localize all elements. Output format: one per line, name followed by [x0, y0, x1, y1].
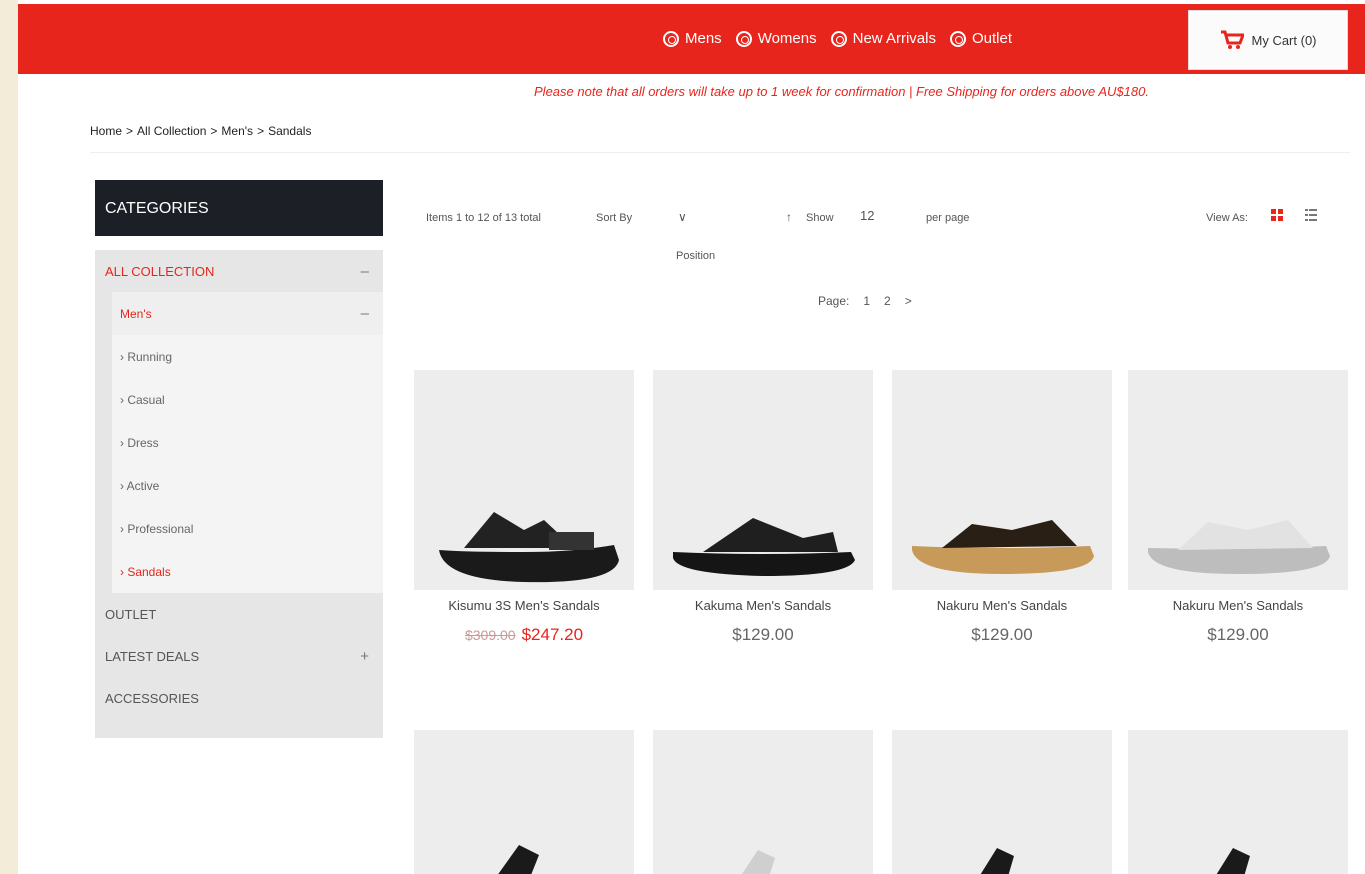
per-page-label: per page — [926, 212, 970, 224]
breadcrumb-separator: > — [210, 124, 218, 138]
nav-womens[interactable]: Womens — [735, 30, 817, 47]
collapse-toggle[interactable]: – — [361, 305, 369, 322]
target-icon — [735, 30, 752, 47]
sort-select[interactable]: ∨ Position — [668, 206, 788, 266]
chevron-down-icon: ∨ — [678, 210, 687, 224]
product-name[interactable]: Nakuru Men's Sandals — [1128, 598, 1348, 613]
sandal-image — [1216, 848, 1250, 874]
subcategory-list: Men's – › Running › Casual › Dress › Acti… — [112, 292, 383, 593]
product-card: Kakuma Men's Sandals $129.00 — [653, 370, 873, 645]
product-name[interactable]: Nakuru Men's Sandals — [892, 598, 1112, 613]
nav-mens[interactable]: Mens — [663, 30, 722, 47]
view-as-label: View As: — [1206, 212, 1248, 224]
sort-direction-icon[interactable]: ↑ — [786, 210, 792, 224]
top-navigation-bar: Mens Womens New Arrivals Outlet My Cart … — [18, 4, 1365, 74]
category-dress[interactable]: › Dress — [112, 421, 383, 464]
product-toolbar: Items 1 to 12 of 13 total Sort By ∨ Posi… — [426, 200, 1346, 270]
category-outlet[interactable]: OUTLET — [95, 593, 383, 635]
sort-value: Position — [676, 250, 716, 262]
product-card: Nakuru Men's Sandals $129.00 — [1128, 370, 1348, 645]
categories-panel: ALL COLLECTION – Men's – › Running › Casua… — [95, 250, 383, 738]
breadcrumb-separator: > — [126, 124, 134, 138]
sandal-image — [498, 845, 539, 874]
breadcrumb: Home > All Collection > Men's > Sandals — [90, 124, 311, 138]
limit-select[interactable]: 12 — [852, 204, 912, 228]
cart-icon — [1220, 30, 1244, 49]
category-casual[interactable]: › Casual — [112, 378, 383, 421]
collapse-toggle[interactable]: – — [361, 263, 369, 280]
product-price: $129.00 — [1207, 625, 1269, 644]
target-icon — [830, 30, 847, 47]
old-price: $309.00 — [464, 627, 516, 643]
target-icon — [949, 30, 966, 47]
cart-label: My Cart (0) — [1251, 32, 1317, 48]
category-running[interactable]: › Running — [112, 335, 383, 378]
show-label: Show — [806, 212, 834, 224]
page-1-link[interactable]: 1 — [863, 294, 870, 308]
breadcrumb-home[interactable]: Home — [90, 124, 122, 138]
product-price: $309.00 $247.20 — [414, 625, 634, 645]
nav-outlet[interactable]: Outlet — [949, 30, 1012, 47]
categories-title: CATEGORIES — [95, 180, 383, 236]
sandal-image — [912, 520, 1094, 574]
list-view-icon[interactable] — [1304, 208, 1318, 222]
breadcrumb-current: Sandals — [268, 124, 312, 138]
sandal-image — [439, 512, 619, 583]
grid-view-icon[interactable] — [1270, 208, 1284, 222]
product-image[interactable] — [653, 370, 873, 590]
page: Mens Womens New Arrivals Outlet My Cart … — [18, 0, 1365, 874]
item-count: Items 1 to 12 of 13 total — [426, 212, 541, 224]
page-2-link[interactable]: 2 — [884, 294, 891, 308]
breadcrumb-all-collection[interactable]: All Collection — [137, 124, 206, 138]
product-card: Kisumu 3S Men's Sandals $309.00 $247.20 — [414, 370, 634, 645]
product-name[interactable]: Kisumu 3S Men's Sandals — [414, 598, 634, 613]
product-image[interactable] — [892, 730, 1112, 874]
mens-subcategory-list: › Running › Casual › Dress › Active › Pr… — [112, 335, 383, 593]
category-professional[interactable]: › Professional — [112, 507, 383, 550]
breadcrumb-separator: > — [257, 124, 265, 138]
product-image[interactable] — [414, 730, 634, 874]
category-mens[interactable]: Men's – — [112, 292, 383, 335]
main-nav: Mens Womens New Arrivals Outlet — [663, 30, 1012, 47]
expand-toggle[interactable]: + — [360, 648, 369, 665]
sandal-image — [1148, 520, 1330, 574]
category-all-collection[interactable]: ALL COLLECTION – — [95, 250, 383, 292]
category-accessories[interactable]: ACCESSORIES — [95, 677, 383, 719]
product-name[interactable]: Kakuma Men's Sandals — [653, 598, 873, 613]
sandal-image — [673, 518, 855, 576]
product-price: $129.00 — [971, 625, 1033, 644]
category-latest-deals[interactable]: LATEST DEALS + — [95, 635, 383, 677]
product-image[interactable] — [1128, 370, 1348, 590]
sandal-image — [980, 848, 1014, 874]
product-card: Nakuru Men's Sandals $129.00 — [892, 370, 1112, 645]
sale-price: $247.20 — [521, 625, 584, 644]
category-active[interactable]: › Active — [112, 464, 383, 507]
shipping-notice: Please note that all orders will take up… — [534, 84, 1149, 99]
product-image[interactable] — [1128, 730, 1348, 874]
next-page-link[interactable]: > — [905, 294, 912, 308]
product-image[interactable] — [892, 370, 1112, 590]
page-label: Page: — [818, 294, 850, 308]
sort-label: Sort By — [596, 212, 633, 224]
cart-button[interactable]: My Cart (0) — [1188, 10, 1348, 70]
nav-new-arrivals[interactable]: New Arrivals — [830, 30, 936, 47]
sandal-image — [742, 850, 775, 874]
product-image[interactable] — [414, 370, 634, 590]
product-image[interactable] — [653, 730, 873, 874]
category-sandals[interactable]: › Sandals — [112, 550, 383, 593]
pagination: Page: 1 2 > — [818, 294, 912, 308]
breadcrumb-mens[interactable]: Men's — [221, 124, 253, 138]
divider — [90, 152, 1350, 153]
product-price: $129.00 — [732, 625, 794, 644]
target-icon — [663, 30, 679, 47]
